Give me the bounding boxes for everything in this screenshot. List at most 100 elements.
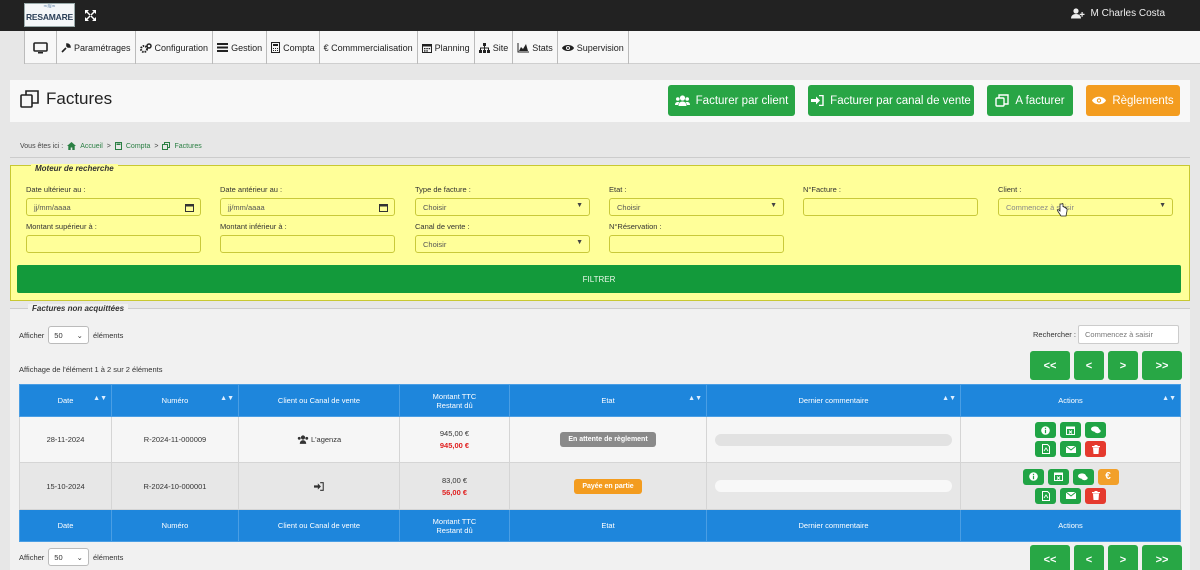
eye-icon <box>561 44 574 52</box>
type-select[interactable]: Choisir ▼ <box>415 198 590 216</box>
email-button[interactable] <box>1060 441 1081 457</box>
cell-numero: R-2024-11-000009 <box>111 416 239 463</box>
facturer-par-canal-button[interactable]: Facturer par canal de vente <box>808 85 974 116</box>
col-date[interactable]: Date ▲▼ <box>19 384 112 417</box>
divider <box>10 157 1190 158</box>
elements-label: éléments <box>92 552 124 562</box>
client-select[interactable]: Commencez à saisir ▼ <box>998 198 1173 216</box>
pagination-bottom: << < > >> <box>1030 545 1182 570</box>
page-size-select[interactable]: 50 ⌄ <box>48 326 89 344</box>
col-montant: Montant TTC Restant dû <box>399 384 510 417</box>
email-button[interactable] <box>1060 487 1081 504</box>
status-badge: Payée en partie <box>574 478 642 494</box>
cell-actions: € <box>960 462 1181 510</box>
col-label: Actions <box>1058 396 1083 405</box>
menu-item-parametrages[interactable]: Paramétrages <box>56 31 136 64</box>
col-comment[interactable]: Dernier commentaire ▲▼ <box>706 384 961 417</box>
delete-button[interactable] <box>1085 441 1106 457</box>
menu-item-compta[interactable]: Compta <box>266 31 320 64</box>
table-row[interactable]: 28-11-2024 R-2024-11-000009 L'agenza 945… <box>19 416 1181 463</box>
calendar-button[interactable] <box>1060 422 1081 438</box>
canal-select[interactable]: Choisir ▼ <box>415 235 590 253</box>
menu-item-supervision[interactable]: Supervision <box>556 31 629 64</box>
next-page-button[interactable]: > <box>1108 351 1138 380</box>
menu-item-planning[interactable]: Planning <box>416 31 475 64</box>
button-label: Facturer par canal de vente <box>830 94 971 107</box>
next-page-button[interactable]: > <box>1108 545 1138 570</box>
breadcrumb-compta-link[interactable]: Compta <box>126 143 151 150</box>
min-amount-input[interactable] <box>26 235 201 253</box>
amount-remaining: 945,00 € <box>439 441 470 450</box>
menu-item-site[interactable]: Site <box>473 31 514 64</box>
cell-montant: 945,00 € 945,00 € <box>399 416 510 463</box>
page-size-select[interactable]: 50 ⌄ <box>48 548 89 566</box>
breadcrumb-separator: > <box>154 142 159 150</box>
client-name: L'agenza <box>310 434 342 444</box>
date-placeholder: jj/mm/aaaa <box>228 202 265 212</box>
user-name: M Charles Costa <box>1090 8 1165 19</box>
pdf-button[interactable] <box>1035 487 1056 504</box>
fullscreen-icon[interactable] <box>84 9 97 22</box>
menu-item-gestion[interactable]: Gestion <box>212 31 268 64</box>
col-numero[interactable]: Numéro ▲▼ <box>111 384 239 417</box>
table-row[interactable]: 15-10-2024 R-2024-10-000001 83,00 € 56,00… <box>19 462 1181 510</box>
menu-item-dashboard[interactable] <box>24 31 57 64</box>
payment-button[interactable]: € <box>1097 468 1119 485</box>
app-logo[interactable]: ≈≋≈ RESAMARE <box>24 3 75 27</box>
menu-item-stats[interactable]: Stats <box>512 31 558 64</box>
etat-select[interactable]: Choisir ▼ <box>609 198 784 216</box>
menu-item-commercialisation[interactable]: € Commmercialisation <box>318 31 418 64</box>
col-label: Client ou Canal de vente <box>277 396 361 405</box>
monitor-icon <box>33 41 48 54</box>
canal-label: Canal de vente : <box>415 222 470 231</box>
calendar-icon[interactable] <box>379 203 388 212</box>
a-facturer-button[interactable]: A facturer <box>987 85 1073 116</box>
main-menu: Paramétrages Configuration Gestion Compt… <box>24 31 1200 64</box>
invoices-table: Date ▲▼ Numéro ▲▼ Client ou Canal de vente… <box>19 384 1181 542</box>
info-button[interactable] <box>1022 468 1044 485</box>
filter-button[interactable]: FILTRER <box>17 265 1181 293</box>
user-menu[interactable]: M Charles Costa <box>1070 8 1165 19</box>
calendar-button[interactable] <box>1047 468 1069 485</box>
col-etat[interactable]: Etat ▲▼ <box>509 384 707 417</box>
breadcrumb-home-link[interactable]: Accueil <box>80 143 103 150</box>
comment-field[interactable] <box>715 480 952 492</box>
date-after-label: Date ultérieur au : <box>26 185 86 194</box>
resa-input[interactable] <box>609 235 784 253</box>
resa-label: N°Réservation : <box>609 222 662 231</box>
col-label: Date <box>57 396 74 405</box>
delete-button[interactable] <box>1085 487 1106 504</box>
comment-field[interactable] <box>715 433 952 446</box>
facturer-par-client-button[interactable]: Facturer par client <box>668 85 795 116</box>
wrench-icon <box>61 42 71 53</box>
menu-item-configuration[interactable]: Configuration <box>134 31 214 64</box>
pdf-button[interactable] <box>1035 441 1056 457</box>
first-page-button[interactable]: << <box>1030 545 1070 570</box>
table-header-row: Date ▲▼ Numéro ▲▼ Client ou Canal de vente… <box>19 384 1181 417</box>
info-button[interactable] <box>1035 422 1056 438</box>
last-page-button[interactable]: >> <box>1142 351 1182 380</box>
calendar-icon[interactable] <box>185 203 194 212</box>
date-before-label: Date antérieur au : <box>220 185 283 194</box>
first-page-button[interactable]: << <box>1030 351 1070 380</box>
page-title: Factures <box>20 89 112 109</box>
date-after-input[interactable]: jj/mm/aaaa <box>26 198 201 216</box>
max-amount-input[interactable] <box>220 235 395 253</box>
comment-button[interactable] <box>1085 422 1106 438</box>
date-before-input[interactable]: jj/mm/aaaa <box>220 198 395 216</box>
comment-button[interactable] <box>1072 468 1094 485</box>
last-page-button[interactable]: >> <box>1142 545 1182 570</box>
col-montant: Montant TTC Restant dû <box>399 509 510 542</box>
type-label: Type de facture : <box>415 185 471 194</box>
num-facture-input[interactable] <box>803 198 978 216</box>
menu-label: Supervision <box>576 42 624 53</box>
prev-page-button[interactable]: < <box>1074 351 1104 380</box>
search-legend: Moteur de recherche <box>31 164 118 173</box>
breadcrumb-factures-link[interactable]: Factures <box>174 143 201 150</box>
col-actions[interactable]: Actions ▲▼ <box>960 384 1181 417</box>
col-client[interactable]: Client ou Canal de vente <box>238 384 400 417</box>
table-search-input[interactable]: Commencez à saisir <box>1078 325 1179 344</box>
prev-page-button[interactable]: < <box>1074 545 1104 570</box>
reglements-button[interactable]: Règlements <box>1086 85 1180 116</box>
show-label: Afficher <box>19 552 45 562</box>
